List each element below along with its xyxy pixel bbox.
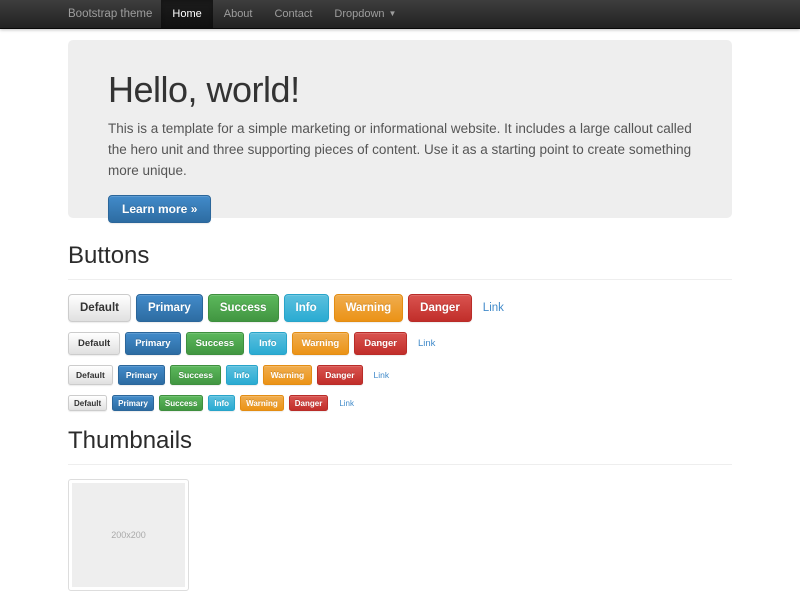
nav-item-label: Contact [274, 8, 312, 20]
button-default-large[interactable]: Default [68, 294, 131, 322]
nav-item-contact[interactable]: Contact [263, 0, 323, 28]
link-button-small[interactable]: Link [368, 370, 396, 380]
button-primary-default[interactable]: Primary [125, 332, 180, 355]
navbar-brand[interactable]: Bootstrap theme [68, 0, 152, 28]
link-button-extra-small[interactable]: Link [333, 399, 360, 408]
button-info-default[interactable]: Info [249, 332, 286, 355]
thumbnails-heading: Thumbnails [68, 427, 732, 455]
button-success-small[interactable]: Success [170, 365, 221, 385]
learn-more-button[interactable]: Learn more » [108, 195, 211, 223]
button-default-extra-small[interactable]: Default [68, 395, 107, 411]
button-danger-small[interactable]: Danger [317, 365, 362, 385]
button-warning-large[interactable]: Warning [334, 294, 404, 322]
button-warning-default[interactable]: Warning [292, 332, 350, 355]
button-warning-small[interactable]: Warning [263, 365, 313, 385]
navbar: Bootstrap theme Home About Contact Dropdown… [0, 0, 800, 29]
button-primary-small[interactable]: Primary [118, 365, 166, 385]
hero-title: Hello, world! [108, 69, 692, 110]
hero-description: This is a template for a simple marketin… [108, 119, 692, 182]
hero-unit: Hello, world! This is a template for a s… [68, 40, 732, 218]
thumbnail-placeholder-image: 200x200 [72, 483, 185, 587]
button-primary-large[interactable]: Primary [136, 294, 203, 322]
button-row-small: DefaultPrimarySuccessInfoWarningDanger Li… [68, 365, 732, 385]
button-primary-extra-small[interactable]: Primary [112, 395, 154, 411]
button-success-default[interactable]: Success [186, 332, 245, 355]
button-row-large: DefaultPrimarySuccessInfoWarningDanger Li… [68, 294, 732, 322]
button-row-default: DefaultPrimary SuccessInfo WarningDanger Li… [68, 332, 732, 355]
thumbnail[interactable]: 200x200 [68, 479, 189, 591]
button-success-extra-small[interactable]: Success [159, 395, 203, 411]
nav-item-label: Dropdown [334, 8, 384, 20]
button-warning-extra-small[interactable]: Warning [240, 395, 284, 411]
nav-item-about[interactable]: About [213, 0, 264, 28]
button-default-default[interactable]: Default [68, 332, 120, 355]
button-info-large[interactable]: Info [284, 294, 329, 322]
link-button-large[interactable]: Link [477, 302, 510, 314]
button-default-small[interactable]: Default [68, 365, 113, 385]
button-row-extra-small: Default Primary Success Info Warning Danger Li… [68, 395, 732, 411]
nav-item-dropdown[interactable]: Dropdown ▼ [323, 0, 407, 28]
buttons-heading: Buttons [68, 242, 732, 270]
button-info-extra-small[interactable]: Info [208, 395, 235, 411]
link-button-default[interactable]: Link [412, 338, 441, 349]
thumbnails-section-header: Thumbnails [68, 427, 732, 465]
navbar-menu: Home About Contact Dropdown ▼ [161, 0, 407, 28]
thumbnail-placeholder-label: 200x200 [111, 530, 146, 540]
nav-item-label: About [224, 8, 253, 20]
button-success-large[interactable]: Success [208, 294, 279, 322]
button-danger-extra-small[interactable]: Danger [289, 395, 329, 411]
caret-down-icon: ▼ [389, 10, 397, 18]
button-danger-default[interactable]: Danger [354, 332, 407, 355]
nav-item-label: Home [172, 8, 201, 20]
buttons-section-header: Buttons [68, 242, 732, 280]
button-danger-large[interactable]: Danger [408, 294, 472, 322]
nav-item-home[interactable]: Home [161, 0, 212, 28]
button-info-small[interactable]: Info [226, 365, 258, 385]
